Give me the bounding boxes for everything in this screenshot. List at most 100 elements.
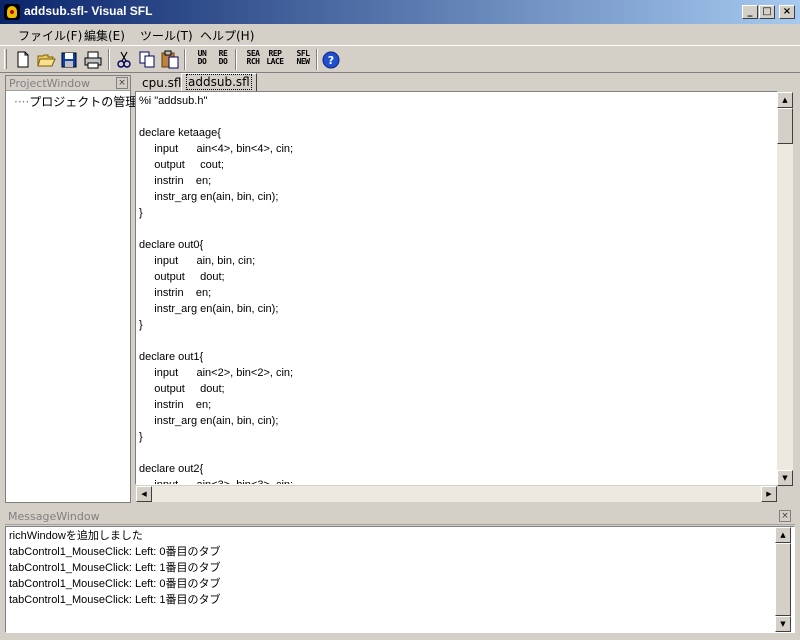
save-button[interactable] (58, 49, 80, 70)
code-line: instr_arg en(ain, bin, cin); (139, 191, 279, 203)
close-button[interactable]: × (779, 5, 795, 19)
help-button[interactable]: ? (320, 49, 342, 70)
toolbar: UN DO RE DO SEA RCH REP LACE SFL NEW ? (0, 45, 800, 73)
code-line: } (139, 207, 143, 219)
svg-text:?: ? (328, 54, 334, 67)
code-line: %i "addsub.h" (139, 95, 208, 107)
project-window: ProjectWindow × ····プロジェクトの管理 (5, 75, 137, 503)
redo-button[interactable]: RE DO (210, 49, 232, 70)
scroll-up-arrow-icon[interactable]: ▲ (775, 527, 791, 543)
copy-button[interactable] (136, 49, 158, 70)
message-line: tabControl1_MouseClick: Left: 1番目のタブ (9, 594, 221, 606)
code-line: instrin en; (139, 287, 212, 299)
code-line: output dout; (139, 271, 225, 283)
message-window-header: MessageWindow × (5, 509, 795, 525)
message-line: tabControl1_MouseClick: Left: 0番目のタブ (9, 546, 221, 558)
window-title: addsub.sfl- Visual SFL (24, 4, 153, 18)
scroll-left-arrow-icon[interactable]: ◀ (136, 486, 152, 502)
print-button[interactable] (82, 49, 104, 70)
tab-label: addsub.sfl (186, 74, 252, 90)
sfl-new-button[interactable]: SFL NEW (290, 49, 312, 70)
open-file-button[interactable] (35, 49, 57, 70)
scroll-thumb[interactable] (777, 108, 793, 144)
open-folder-icon (37, 54, 56, 67)
scroll-thumb[interactable] (775, 543, 791, 616)
search-button[interactable]: SEA RCH (240, 49, 262, 70)
scrollbar-corner (777, 486, 793, 502)
toolbar-separator (184, 49, 186, 70)
code-line: declare out1{ (139, 351, 204, 363)
tree-item-label: プロジェクトの管理 (29, 95, 138, 109)
tab-label: cpu.sfl (142, 76, 182, 90)
project-window-title: ProjectWindow (9, 77, 91, 90)
menu-tools[interactable]: ツール(T) (140, 27, 193, 44)
code-line: instrin en; (139, 175, 212, 187)
code-line: input ain, bin, cin; (139, 255, 256, 267)
code-line: } (139, 431, 143, 443)
code-line: input ain<4>, bin<4>, cin; (139, 143, 294, 155)
editor-horizontal-scrollbar[interactable]: ◀ ▶ (136, 486, 777, 502)
paste-button[interactable] (159, 49, 181, 70)
app-icon[interactable] (4, 4, 20, 20)
project-window-close-icon[interactable]: × (116, 77, 128, 89)
code-line: instrin en; (139, 399, 212, 411)
redo-icon: RE DO (218, 49, 228, 66)
copy-icon (139, 51, 155, 68)
code-line: instr_arg en(ain, bin, cin); (139, 415, 279, 427)
cut-button[interactable] (113, 49, 135, 70)
tab-addsub-sfl[interactable]: addsub.sfl (181, 73, 257, 92)
replace-icon: REP LACE (266, 49, 284, 66)
code-lines: %i "addsub.h" declare ketaage{ input ain<… (139, 93, 294, 485)
scissors-icon (117, 51, 131, 68)
tree-connector: ···· (14, 95, 30, 109)
toolbar-grip[interactable] (4, 49, 7, 69)
save-disk-icon (61, 52, 77, 68)
sfl-new-icon: SFL NEW (296, 49, 310, 66)
new-file-icon (17, 51, 29, 68)
message-vertical-scrollbar[interactable]: ▲ ▼ (775, 527, 791, 632)
message-line: richWindowを追加しました (9, 530, 143, 542)
menu-file[interactable]: ファイル(F) (18, 27, 82, 44)
message-line: tabControl1_MouseClick: Left: 1番目のタブ (9, 562, 221, 574)
title-bar[interactable]: addsub.sfl- Visual SFL _ □ × (0, 0, 800, 24)
minimize-button[interactable]: _ (742, 5, 758, 19)
tab-cpu-sfl[interactable]: cpu.sfl (138, 75, 185, 92)
menu-edit[interactable]: 編集(E) (84, 27, 125, 44)
scroll-down-arrow-icon[interactable]: ▼ (777, 470, 793, 486)
code-line: input ain<3>, bin<3>, cin; (139, 479, 294, 485)
scroll-up-arrow-icon[interactable]: ▲ (777, 92, 793, 108)
code-line: output cout; (139, 159, 224, 171)
menu-bar: ファイル(F) 編集(E) ツール(T) ヘルプ(H) (0, 24, 800, 44)
code-line: declare out0{ (139, 239, 204, 251)
toolbar-separator (235, 49, 237, 70)
tree-item-project-management[interactable]: ····プロジェクトの管理 (14, 93, 137, 110)
message-log[interactable]: richWindowを追加しました tabControl1_MouseClick:… (5, 526, 795, 633)
maximize-button[interactable]: □ (759, 5, 775, 19)
toolbar-separator (108, 49, 110, 70)
help-icon: ? (322, 51, 340, 69)
code-line: declare ketaage{ (139, 127, 221, 139)
code-line: input ain<2>, bin<2>, cin; (139, 367, 294, 379)
code-editor[interactable]: %i "addsub.h" declare ketaage{ input ain<… (135, 91, 778, 485)
replace-button[interactable]: REP LACE (262, 49, 284, 70)
message-line: tabControl1_MouseClick: Left: 0番目のタブ (9, 578, 221, 590)
message-lines: richWindowを追加しました tabControl1_MouseClick:… (9, 528, 221, 608)
editor-vertical-scrollbar[interactable]: ▲ ▼ (777, 92, 793, 486)
project-window-header: ProjectWindow × (6, 76, 130, 91)
undo-button[interactable]: UN DO (189, 49, 211, 70)
toolbar-separator (316, 49, 318, 70)
menu-help[interactable]: ヘルプ(H) (200, 27, 254, 44)
new-file-button[interactable] (12, 49, 34, 70)
message-window-close-icon[interactable]: × (779, 510, 791, 522)
search-icon: SEA RCH (246, 49, 260, 66)
scroll-down-arrow-icon[interactable]: ▼ (775, 616, 791, 632)
code-line: instr_arg en(ain, bin, cin); (139, 303, 279, 315)
message-window-title: MessageWindow (8, 510, 100, 523)
code-line: } (139, 319, 143, 331)
scroll-right-arrow-icon[interactable]: ▶ (761, 486, 777, 502)
code-line: output dout; (139, 383, 225, 395)
